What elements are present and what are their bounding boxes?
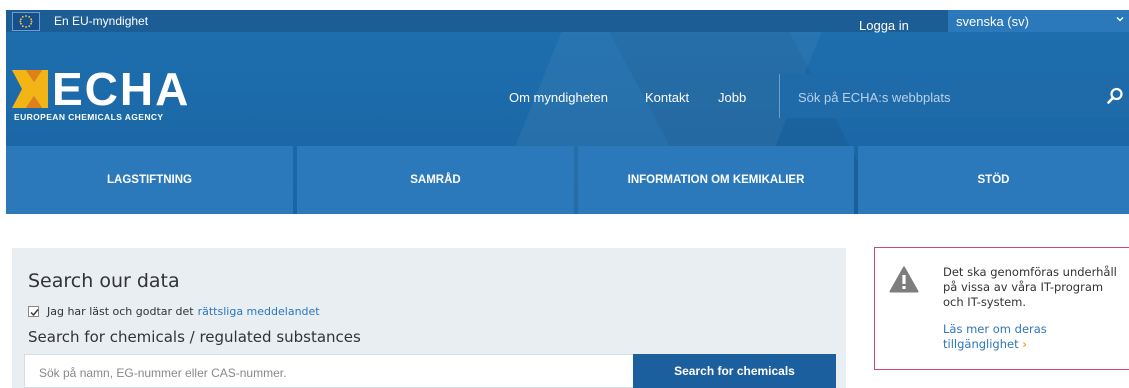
warning-icon — [889, 266, 919, 293]
chemical-search-input[interactable] — [37, 364, 621, 382]
login-link[interactable]: Logga in — [859, 18, 909, 33]
eu-agency-label: En EU-myndighet — [54, 14, 149, 28]
echa-logo-mark-icon — [12, 70, 48, 108]
language-select[interactable]: svenska (sv) — [948, 10, 1129, 32]
site-header: En EU-myndighet Logga in svenska (sv) EC… — [6, 10, 1129, 214]
maintenance-notice-text: Det ska genomföras underhåll på vissa av… — [943, 265, 1117, 309]
legal-notice-row: Jag har läst och godtar det rättsliga me… — [28, 305, 320, 318]
nav-jobs-link[interactable]: Jobb — [718, 90, 746, 105]
logo-subtitle: EUROPEAN CHEMICALS AGENCY — [14, 112, 164, 122]
chevron-down-icon — [1116, 17, 1124, 22]
search-chemicals-button[interactable]: Search for chemicals — [633, 354, 836, 388]
main-nav-chemical-information[interactable]: INFORMATION OM KEMIKALIER — [578, 146, 854, 214]
checkmark-icon — [30, 309, 39, 317]
maintenance-notice: Det ska genomföras underhåll på vissa av… — [874, 247, 1129, 370]
legal-notice-text: Jag har läst och godtar det — [47, 305, 194, 318]
logo-wordmark: ECHA — [52, 63, 191, 115]
legal-notice-checkbox[interactable] — [28, 306, 39, 317]
top-bar: En EU-myndighet Logga in svenska (sv) — [6, 10, 1129, 33]
availability-link-text: Läs mer om deras tillgänglighet — [943, 322, 1047, 351]
language-value: svenska (sv) — [956, 14, 1029, 29]
legal-notice-link[interactable]: rättsliga meddelandet — [198, 305, 320, 318]
panel-title: Search our data — [28, 270, 180, 292]
site-search-input[interactable] — [796, 86, 1090, 108]
search-icon[interactable] — [1106, 87, 1124, 105]
nav-contact-link[interactable]: Kontakt — [645, 90, 689, 105]
availability-link[interactable]: Läs mer om deras tillgänglighet › — [943, 322, 1093, 352]
main-navigation: LAGSTIFTNING SAMRÅD INFORMATION OM KEMIK… — [6, 146, 1129, 214]
main-nav-support[interactable]: STÖD — [858, 146, 1129, 214]
eu-flag-icon — [12, 12, 40, 31]
search-data-panel: Search our data Jag har läst och godtar … — [12, 248, 846, 388]
site-search — [779, 74, 1129, 118]
nav-about-link[interactable]: Om myndigheten — [509, 90, 608, 105]
chemical-search-subtitle: Search for chemicals / regulated substan… — [28, 328, 361, 346]
main-nav-consultations[interactable]: SAMRÅD — [297, 146, 574, 214]
main-nav-legislation[interactable]: LAGSTIFTNING — [6, 146, 293, 214]
echa-logo[interactable]: ECHA EUROPEAN CHEMICALS AGENCY — [12, 66, 222, 130]
chevron-right-icon: › — [1022, 337, 1027, 351]
chemical-search-field — [24, 354, 636, 388]
